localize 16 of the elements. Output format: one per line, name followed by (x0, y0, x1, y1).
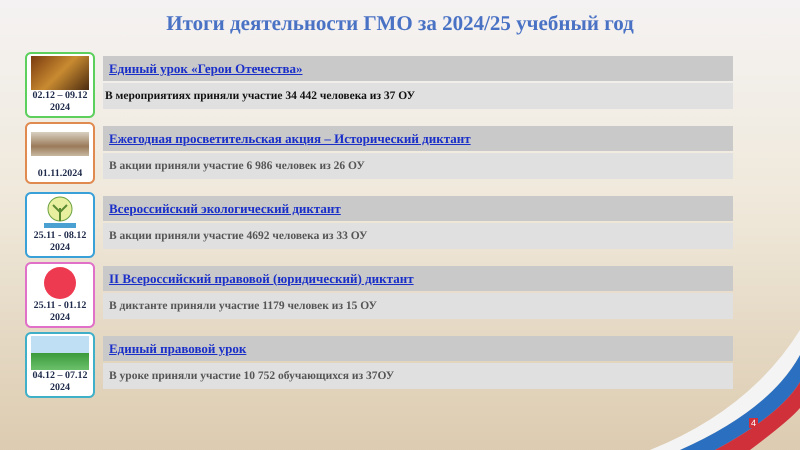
summary-text: В диктанте приняли участие 1179 человек из 15 ОУ (103, 293, 733, 319)
event-date: 25.11 - 01.12 2024 (34, 300, 86, 324)
event-date: 01.11.2024 (38, 168, 82, 180)
event-title-link[interactable]: Ежегодная просветительская акция – Исторический диктант (109, 130, 471, 146)
event-title-link[interactable]: II Всероссийский правовой (юридический) диктант (109, 270, 414, 286)
summary-text: В акции приняли участие 4692 человека из 33 ОУ (103, 223, 733, 249)
summary-text: В мероприятиях приняли участие 34 442 человека из 37 ОУ (103, 83, 733, 109)
slide-title: Итоги деятельности ГМО за 2024/25 учебный год (165, 10, 635, 37)
event-date: 02.12 – 09.12 2024 (32, 90, 88, 114)
event-title-link[interactable]: Всероссийский экологический диктант (109, 200, 341, 216)
event-title-link[interactable]: Единый урок «Герои Отечества» (109, 60, 302, 76)
event-date: 04.12 – 07.12 2024 (32, 370, 88, 394)
event-date: 25.11 - 08.12 2024 (34, 230, 86, 254)
summary-text: В уроке приняли участие 10 752 обучающихся из 37ОУ (103, 363, 733, 389)
event-title-link[interactable]: Единый правовой урок (109, 340, 246, 356)
summary-text: В акции приняли участие 6 986 человек из 26 ОУ (103, 153, 733, 179)
